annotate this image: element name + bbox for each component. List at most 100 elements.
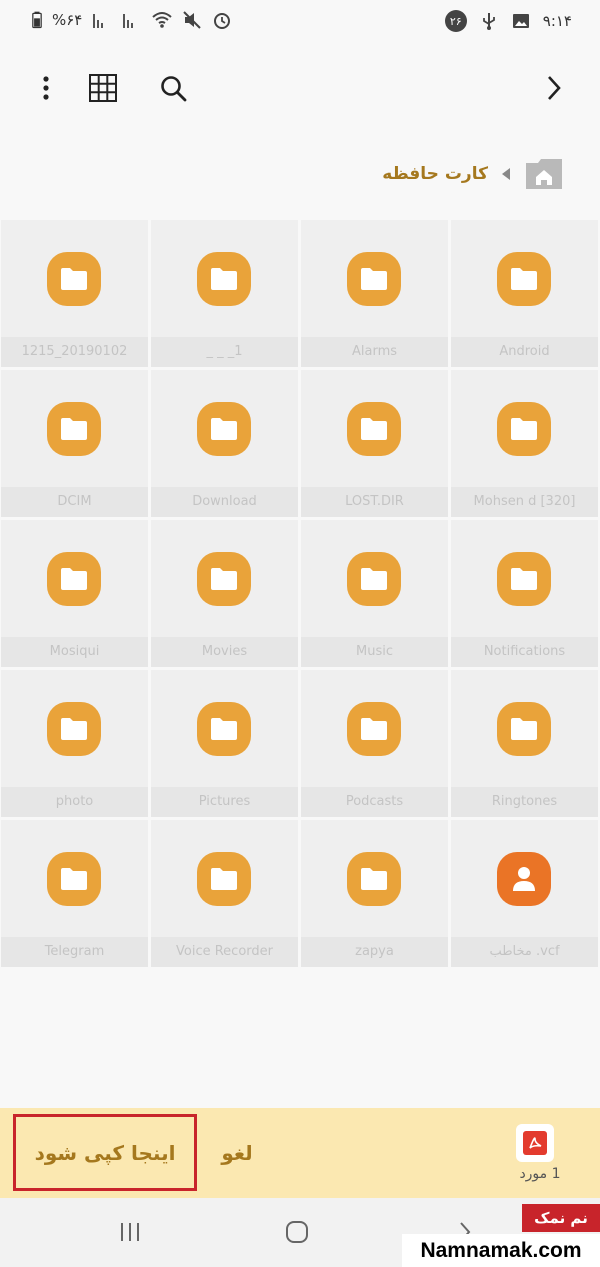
toolbar bbox=[0, 60, 600, 116]
folder-icon bbox=[197, 702, 251, 756]
folder-item[interactable]: zapya bbox=[301, 820, 448, 967]
selected-file-preview bbox=[516, 1124, 554, 1162]
clock: ۹:۱۴ bbox=[542, 12, 572, 30]
contact-file-icon bbox=[497, 852, 551, 906]
selected-count: 1 مورد bbox=[519, 1166, 561, 1182]
copy-here-button[interactable]: اینجا کپی شود bbox=[13, 1114, 197, 1191]
folder-label: Movies bbox=[151, 637, 298, 667]
folder-label: LOST.DIR bbox=[301, 487, 448, 517]
folder-item[interactable]: photo bbox=[1, 670, 148, 817]
folder-icon bbox=[197, 552, 251, 606]
folder-label: Mohsen d [320] bbox=[451, 487, 598, 517]
folder-label: Mosiqui bbox=[1, 637, 148, 667]
folder-item[interactable]: Music bbox=[301, 520, 448, 667]
folder-label: Notifications bbox=[451, 637, 598, 667]
copy-action-bar: اینجا کپی شود لغو 1 مورد bbox=[0, 1108, 600, 1198]
folder-label: Podcasts bbox=[301, 787, 448, 817]
back-button[interactable] bbox=[534, 68, 574, 108]
folder-item[interactable]: Ringtones bbox=[451, 670, 598, 817]
battery-icon bbox=[32, 11, 42, 29]
signal-icon bbox=[123, 14, 134, 28]
chevron-right-icon bbox=[548, 76, 561, 100]
more-vert-icon bbox=[43, 76, 49, 100]
folder-icon bbox=[197, 252, 251, 306]
breadcrumb-arrow-icon bbox=[502, 168, 510, 180]
folder-icon bbox=[47, 252, 101, 306]
home-icon bbox=[526, 159, 562, 189]
folder-icon bbox=[347, 852, 401, 906]
folder-item[interactable]: 1215_20190102 bbox=[1, 220, 148, 367]
battery-level: %۶۴ bbox=[52, 11, 83, 29]
search-button[interactable] bbox=[153, 68, 193, 108]
cancel-button[interactable]: لغو bbox=[212, 1130, 262, 1176]
home-circle-icon bbox=[286, 1221, 308, 1243]
mute-icon bbox=[183, 11, 202, 29]
folder-label: Ringtones bbox=[451, 787, 598, 817]
folder-icon bbox=[47, 402, 101, 456]
recents-button[interactable] bbox=[110, 1216, 150, 1248]
folder-label: Android bbox=[451, 337, 598, 367]
folder-icon bbox=[497, 402, 551, 456]
folder-icon bbox=[347, 552, 401, 606]
status-bar: %۶۴ ۲۶ ۹:۱۴ bbox=[0, 0, 600, 44]
folder-label: photo bbox=[1, 787, 148, 817]
folder-icon bbox=[497, 252, 551, 306]
alarm-icon bbox=[214, 13, 231, 29]
folder-grid: Android Alarms _ _ _1 1215_20190102 Mohsen d… bbox=[1, 220, 598, 967]
folder-item[interactable]: Telegram bbox=[1, 820, 148, 967]
folder-item[interactable]: Podcasts bbox=[301, 670, 448, 817]
folder-icon bbox=[347, 252, 401, 306]
breadcrumb-memory-card[interactable]: کارت حافظه bbox=[382, 164, 488, 184]
watermark-brand-en: Namnamak.com bbox=[402, 1234, 600, 1267]
folder-label: Alarms bbox=[301, 337, 448, 367]
grid-view-icon bbox=[89, 74, 117, 102]
folder-label: Telegram bbox=[1, 937, 148, 967]
gallery-icon bbox=[512, 14, 529, 28]
folder-item[interactable]: DCIM bbox=[1, 370, 148, 517]
notification-badge: ۲۶ bbox=[444, 10, 467, 32]
folder-icon bbox=[497, 702, 551, 756]
folder-label: Download bbox=[151, 487, 298, 517]
folder-item[interactable]: Mohsen d [320] bbox=[451, 370, 598, 517]
folder-icon bbox=[497, 552, 551, 606]
folder-item[interactable]: Notifications bbox=[451, 520, 598, 667]
folder-item[interactable]: Android bbox=[451, 220, 598, 367]
folder-item[interactable]: Alarms bbox=[301, 220, 448, 367]
recents-icon bbox=[121, 1223, 139, 1241]
folder-label: 1215_20190102 bbox=[1, 337, 148, 367]
status-right: ۲۶ ۹:۱۴ bbox=[444, 10, 572, 32]
breadcrumb: کارت حافظه bbox=[382, 152, 564, 196]
folder-item[interactable]: _ _ _1 bbox=[151, 220, 298, 367]
folder-item[interactable]: Movies bbox=[151, 520, 298, 667]
folder-icon bbox=[47, 852, 101, 906]
search-icon bbox=[161, 76, 187, 102]
folder-icon bbox=[47, 552, 101, 606]
folder-item[interactable]: LOST.DIR bbox=[301, 370, 448, 517]
folder-item[interactable]: Pictures bbox=[151, 670, 298, 817]
home-nav-button[interactable] bbox=[277, 1216, 317, 1248]
folder-item[interactable]: مخاطب .vcf bbox=[451, 820, 598, 967]
folder-item[interactable]: Download bbox=[151, 370, 298, 517]
folder-label: Pictures bbox=[151, 787, 298, 817]
wifi-icon bbox=[152, 12, 173, 28]
status-left: %۶۴ bbox=[32, 10, 232, 30]
folder-label: _ _ _1 bbox=[151, 337, 298, 367]
watermark-brand-fa: نم نمک bbox=[522, 1204, 600, 1232]
grid-view-button[interactable] bbox=[83, 68, 123, 108]
folder-icon bbox=[347, 702, 401, 756]
pdf-icon bbox=[523, 1131, 547, 1155]
more-options-button[interactable] bbox=[26, 68, 66, 108]
folder-item[interactable]: Mosiqui bbox=[1, 520, 148, 667]
folder-label: Voice Recorder bbox=[151, 937, 298, 967]
folder-icon bbox=[47, 702, 101, 756]
folder-label: zapya bbox=[301, 937, 448, 967]
folder-icon bbox=[197, 402, 251, 456]
folder-icon bbox=[347, 402, 401, 456]
breadcrumb-home[interactable] bbox=[524, 157, 564, 191]
folder-label: Music bbox=[301, 637, 448, 667]
folder-item[interactable]: Voice Recorder bbox=[151, 820, 298, 967]
folder-label: DCIM bbox=[1, 487, 148, 517]
usb-icon bbox=[482, 13, 495, 30]
folder-icon bbox=[197, 852, 251, 906]
signal-icon bbox=[93, 14, 104, 28]
